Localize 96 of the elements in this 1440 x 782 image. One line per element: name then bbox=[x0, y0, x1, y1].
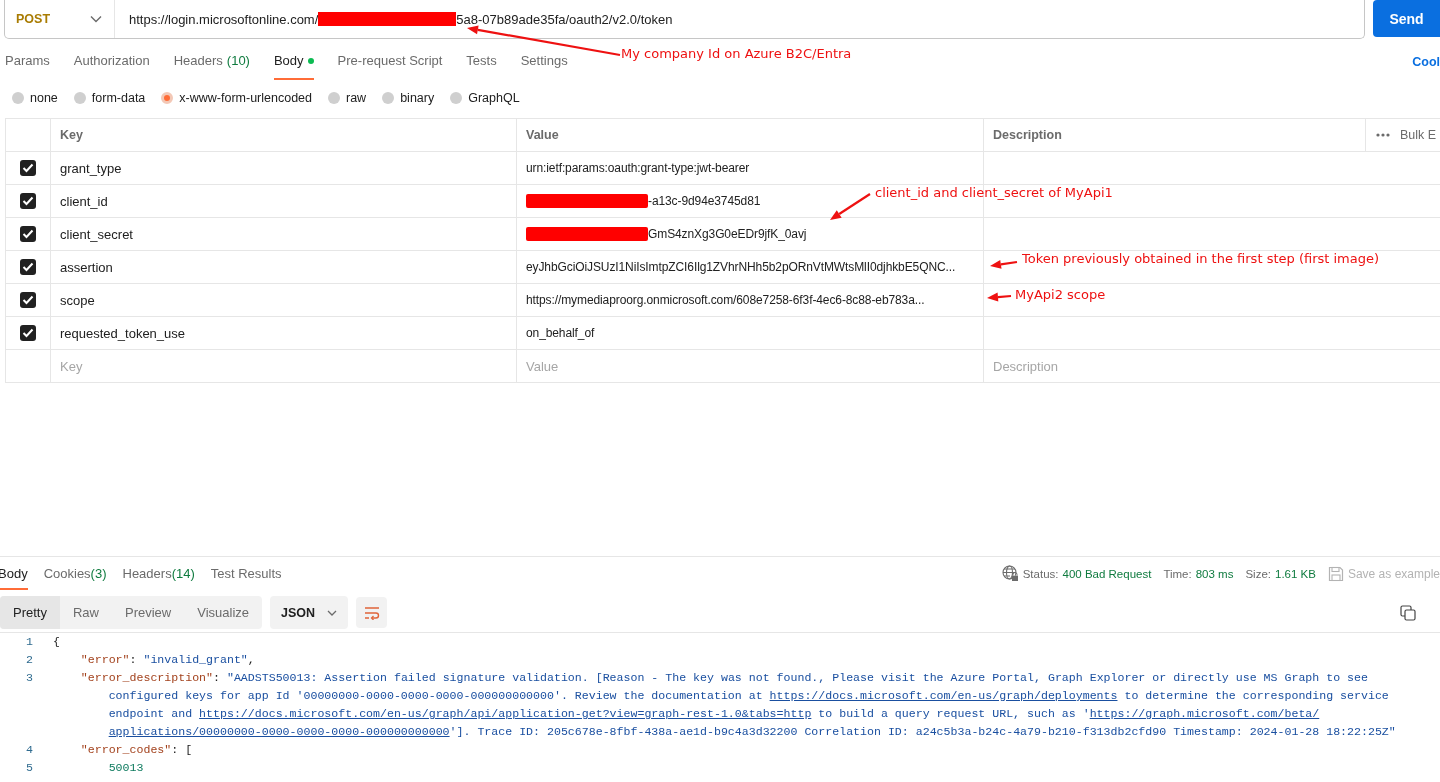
status-value: 400 Bad Request bbox=[1062, 567, 1152, 580]
annotation-arrow bbox=[987, 292, 1012, 302]
value-text: urn:ietf:params:oauth:grant-type:jwt-bearer bbox=[526, 161, 750, 175]
check-icon bbox=[22, 229, 34, 239]
annotation-arrow bbox=[990, 259, 1018, 269]
link[interactable]: https://docs.microsoft.com/en-us/graph/deployments bbox=[769, 689, 1118, 702]
radio-label[interactable]: raw bbox=[346, 91, 367, 105]
line-number: 3 bbox=[25, 670, 33, 686]
url-text: https://login.microsoftonline.com/ bbox=[129, 11, 319, 27]
link[interactable]: applications/00000000-0000-0000-0000-000000000000 bbox=[108, 725, 450, 738]
wrap-button[interactable] bbox=[356, 597, 388, 628]
url-text: 5a8-07b89ade35fa/oauth2/v2.0/token bbox=[456, 11, 673, 27]
line-number: 1 bbox=[25, 634, 33, 650]
checkbox[interactable] bbox=[20, 259, 36, 275]
code-line: "error_codes": [ bbox=[79, 742, 193, 758]
request-tab[interactable]: Pre-request Script bbox=[337, 39, 443, 80]
radio-label[interactable]: form-data bbox=[91, 91, 146, 105]
radio-label[interactable]: binary bbox=[400, 91, 435, 105]
chevron-down-icon bbox=[90, 15, 102, 23]
view-mode-tab[interactable]: Raw bbox=[59, 596, 112, 629]
radio-label[interactable]: none bbox=[30, 91, 58, 105]
request-tab[interactable]: Authorization bbox=[73, 39, 150, 80]
code-line: "error_description": "AADSTS50013: Assertion failed signature validation. [Reason - The key was not found., Please visit the Azure Portal, Graph Explorer or directly use MS Graph to see configured keys for app Id '00000000-0000-0000-0000-000000000000'. Review the documentation at https://docs.microsoft.com/en-us/graph/deployments to determine the corresponding service endpoint and https://docs.microsoft.com/en-us/graph/api/application-get?view=graph-rest-1.0&tabs=http to build a query request URL, such as 'https://graph.microsoft.com/beta/ applications/00000000-0000-0000-0000-000000000000']. Trace ID: 205c678e-8fbf-438a-ae1d-b9c4a3d32200 Correlation ID: a24c5b3a-b24c-4a79-b210-f313db2cfd90 Timestamp: 2024-01-28 18:22:25Z" bbox=[79, 670, 1396, 740]
link[interactable]: https://docs.microsoft.com/en-us/graph/api/application-get?view=graph-rest-1.0&tabs=http bbox=[199, 707, 812, 720]
line-number: 5 bbox=[25, 760, 33, 776]
annotation-arrow bbox=[830, 193, 871, 220]
check-icon bbox=[22, 295, 34, 305]
request-tab[interactable]: Params bbox=[5, 39, 50, 80]
more-icon bbox=[1376, 133, 1390, 137]
request-tab[interactable]: Headers (10) bbox=[173, 39, 250, 80]
radio-button[interactable] bbox=[382, 92, 395, 104]
view-mode-tab[interactable]: Visualize bbox=[184, 596, 263, 629]
value-text: on_behalf_of bbox=[526, 326, 595, 340]
checkbox[interactable] bbox=[20, 160, 36, 176]
response-tab[interactable]: Headers(14) bbox=[122, 557, 195, 590]
save-icon bbox=[1327, 565, 1344, 582]
size-label: Size: bbox=[1245, 567, 1271, 580]
check-icon bbox=[22, 196, 34, 206]
time-value: 803 ms bbox=[1195, 567, 1234, 580]
status-label: Status: bbox=[1022, 567, 1059, 580]
text-wrap-icon bbox=[363, 605, 380, 620]
size-value: 1.61 KB bbox=[1275, 567, 1316, 580]
code-line: 50013 bbox=[107, 760, 144, 776]
response-tab[interactable]: Cookies(3) bbox=[43, 557, 107, 590]
chevron-down-icon bbox=[327, 609, 338, 616]
annotation-label: MyApi2 scope bbox=[1015, 287, 1106, 303]
column-header: Value bbox=[526, 128, 559, 142]
key-text: client_id bbox=[60, 193, 108, 209]
format-dropdown[interactable]: JSON bbox=[270, 596, 349, 629]
check-icon bbox=[22, 328, 34, 338]
annotation-label: client_id and client_secret of MyApi1 bbox=[875, 185, 1113, 201]
request-tab[interactable]: Body bbox=[273, 39, 314, 80]
checkbox[interactable] bbox=[20, 226, 36, 242]
check-icon bbox=[22, 262, 34, 272]
checkbox[interactable] bbox=[20, 193, 36, 209]
view-mode-tab[interactable]: Pretty bbox=[0, 596, 60, 629]
method-dropdown[interactable]: POST bbox=[5, 0, 115, 38]
key-text: requested_token_use bbox=[60, 325, 186, 341]
value-text: https://mymediaproorg.onmicrosoft.com/608e7258-6f3f-4ec6-8c88-eb783a... bbox=[526, 293, 925, 307]
value-text: GmS4znXg3G0eEDr9jfK_0avj bbox=[648, 227, 807, 241]
copy-icon[interactable] bbox=[1400, 604, 1416, 621]
radio-label[interactable]: x-www-form-urlencoded bbox=[179, 91, 312, 105]
send-button[interactable]: Send bbox=[1373, 0, 1440, 37]
code-line: "error": "invalid_grant", bbox=[79, 652, 255, 668]
time-label: Time: bbox=[1163, 567, 1192, 580]
annotation-label: Token previously obtained in the first step (first image) bbox=[1022, 251, 1380, 267]
check-icon bbox=[22, 163, 34, 173]
bulk-edit-link[interactable]: Bulk E bbox=[1400, 128, 1437, 142]
key-text: client_secret bbox=[60, 226, 133, 242]
radio-button[interactable] bbox=[328, 92, 340, 104]
value-text: eyJhbGciOiJSUzI1NiIsImtpZCI6Ilg1ZVhrNHh5b2pORnVtMWtsMlI0djhkbE5QNC... bbox=[526, 260, 956, 274]
key-text: grant_type bbox=[60, 160, 122, 176]
radio-button[interactable] bbox=[450, 92, 463, 104]
url-field[interactable]: POST https://login.microsoftonline.com/ 5a8-07b89ade35fa/oauth2/v2.0/token bbox=[4, 0, 1365, 39]
radio-button[interactable] bbox=[73, 92, 86, 104]
globe-lock-icon bbox=[1001, 565, 1019, 582]
view-mode-tab[interactable]: Preview bbox=[112, 596, 185, 629]
radio-button[interactable] bbox=[161, 92, 174, 104]
request-tab[interactable]: Tests bbox=[466, 39, 497, 80]
value-text: -a13c-9d94e3745d81 bbox=[648, 194, 761, 208]
response-tab[interactable]: Test Results bbox=[210, 557, 282, 590]
link[interactable]: https://graph.microsoft.com/beta/ bbox=[1089, 707, 1320, 720]
column-header: Description bbox=[993, 128, 1062, 142]
key-text: assertion bbox=[60, 259, 113, 275]
cookies-link[interactable]: Cool bbox=[1412, 39, 1440, 80]
radio-button[interactable] bbox=[12, 92, 24, 104]
radio-label[interactable]: GraphQL bbox=[468, 91, 520, 105]
annotation-label: My company Id on Azure B2C/Entra bbox=[621, 46, 852, 62]
key-text: scope bbox=[60, 292, 95, 308]
checkbox[interactable] bbox=[20, 325, 36, 341]
line-number: 2 bbox=[25, 652, 33, 668]
checkbox[interactable] bbox=[20, 292, 36, 308]
code-line: { bbox=[52, 634, 60, 650]
line-number: 4 bbox=[25, 742, 33, 758]
column-header: Key bbox=[60, 128, 83, 142]
request-tab[interactable]: Settings bbox=[520, 39, 568, 80]
